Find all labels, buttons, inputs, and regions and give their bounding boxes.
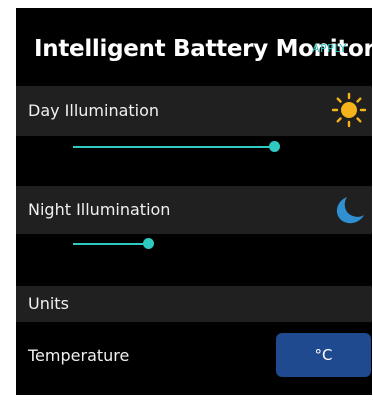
day-illumination-row: Day Illumination [16,86,372,136]
units-label: Units [28,294,69,313]
units-section-header: Units [16,286,372,322]
night-slider-track[interactable] [73,243,148,245]
title-bar: Intelligent Battery Monitor APPLY [16,8,372,86]
temperature-unit-button[interactable]: °C [276,333,371,377]
sun-icon [331,92,367,128]
day-slider-track[interactable] [73,146,274,148]
night-illumination-label: Night Illumination [28,200,171,219]
app-screen: Intelligent Battery Monitor APPLY Day Il… [16,8,372,395]
day-slider-handle[interactable] [269,141,280,152]
apply-button[interactable]: APPLY [312,42,347,55]
day-illumination-slider[interactable] [16,136,372,186]
night-illumination-slider[interactable] [16,234,372,286]
night-illumination-row: Night Illumination [16,186,372,234]
day-illumination-label: Day Illumination [28,101,160,120]
temperature-label: Temperature [28,346,130,365]
night-slider-handle[interactable] [143,238,154,249]
moon-icon [336,197,364,224]
